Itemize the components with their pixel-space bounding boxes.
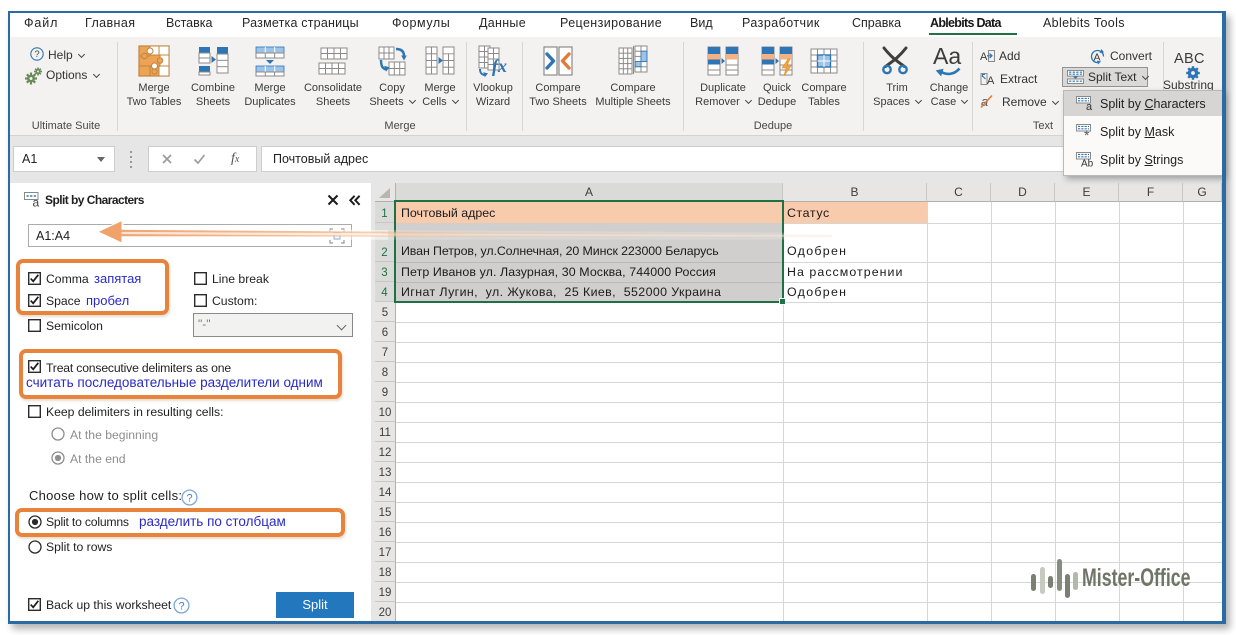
svg-text:a: a — [1086, 101, 1093, 112]
svg-text:A: A — [980, 51, 988, 63]
svg-text:A: A — [987, 75, 995, 86]
svg-text:fx: fx — [492, 56, 507, 76]
svg-text:?: ? — [178, 601, 184, 613]
svg-text:Aa: Aa — [933, 45, 961, 69]
svg-text:?: ? — [186, 493, 192, 505]
svg-text:Ab: Ab — [1081, 159, 1094, 169]
svg-text:?: ? — [34, 49, 39, 60]
svg-text:*: * — [1084, 127, 1090, 140]
svg-text:a: a — [33, 196, 40, 208]
